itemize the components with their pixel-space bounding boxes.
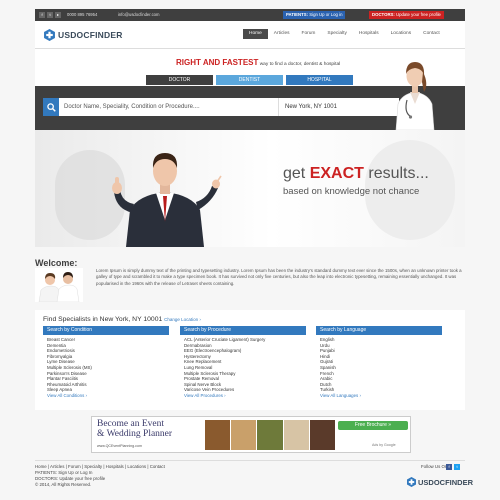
patients-label: PATIENTS:: [286, 12, 309, 17]
ad-photo: [283, 420, 309, 450]
view-all-languages-link[interactable]: View All Languages ›: [316, 393, 442, 399]
doctors-label: DOCTORS:: [372, 12, 395, 17]
footer-copyright: © 2014, All Rights Reserved.: [35, 482, 92, 487]
patients-link-text: Sign Up or Log in: [309, 12, 343, 17]
footer-logo[interactable]: USDOCFINDER: [407, 477, 473, 487]
promo-banner: get EXACT results... based on knowledge …: [35, 130, 465, 247]
ad-photo: [205, 420, 231, 450]
doctor-photo: [395, 62, 435, 130]
patients-signup-link[interactable]: PATIENTS: Sign Up or Log in: [283, 11, 346, 19]
find-title: Find Specialists in New York, NY 10001 C…: [43, 316, 201, 323]
footer-links: Home | Articles | Forum | Specialty | Ho…: [35, 464, 165, 488]
tab-doctor[interactable]: DOCTOR: [146, 75, 213, 85]
main-nav: Home Articles Forum Specialty Hospitals …: [243, 29, 446, 39]
nav-hospitals[interactable]: Hospitals: [353, 29, 385, 39]
logo-cross-icon: [407, 477, 416, 487]
language-header: Search by Language: [316, 326, 442, 335]
location-input[interactable]: New York, NY 1001: [279, 98, 399, 116]
language-list: English Urdu Punjabi Hindi Gujrati Spani…: [316, 335, 442, 393]
condition-header: Search by Condition: [43, 326, 169, 335]
nav-forum[interactable]: Forum: [296, 29, 322, 39]
site-logo[interactable]: USDOCFINDER: [44, 29, 123, 41]
nav-articles[interactable]: Articles: [268, 29, 296, 39]
brand-name: USDOCFINDER: [58, 30, 123, 40]
nav-home[interactable]: Home: [243, 29, 268, 39]
doctors-group-photo: [35, 268, 83, 302]
nav-specialty[interactable]: Specialty: [321, 29, 352, 39]
procedure-header: Search by Procedure: [180, 326, 306, 335]
search-icon[interactable]: [43, 98, 59, 116]
twitter-icon[interactable]: t: [454, 464, 460, 470]
facebook-icon[interactable]: f: [446, 464, 452, 470]
site-footer: Home | Articles | Forum | Specialty | Ho…: [35, 460, 473, 500]
ad-photo: [257, 420, 283, 450]
email-link[interactable]: info@usdocfinder.com: [118, 12, 160, 18]
ad-url: www.QCEventPlanning.com: [97, 444, 142, 448]
welcome-title: Welcome:: [35, 258, 78, 268]
banner-text-a: get: [283, 165, 310, 182]
advertisement-banner[interactable]: Become an Event & Wedding Planner www.QC…: [91, 416, 411, 453]
ads-by-google-label[interactable]: Ads by Google: [372, 443, 396, 447]
twitter-icon[interactable]: t: [47, 12, 53, 18]
find-specialists-panel: Find Specialists in New York, NY 10001 C…: [35, 310, 465, 410]
search-input[interactable]: Doctor Name, Speciality, Condition or Pr…: [59, 98, 279, 116]
headline-rest: way to find a doctor, dentist & hospital: [258, 62, 341, 67]
view-all-conditions-link[interactable]: View All Conditions ›: [43, 393, 169, 399]
banner-text-emphasis: EXACT: [309, 165, 364, 182]
banner-text-b: results...: [363, 165, 429, 182]
condition-column: Search by Condition Breast Cancer Dement…: [43, 326, 169, 399]
condition-list: Breast Cancer Dementia Endometriosis Fib…: [43, 335, 169, 393]
doctors-profile-link[interactable]: DOCTORS: Update your free profile: [369, 11, 444, 19]
search-type-tabs: DOCTOR DENTIST HOSPITAL: [146, 75, 353, 85]
top-bar: f t ▸ 0000 895 76954 info@usdocfinder.co…: [35, 9, 465, 21]
ad-line-2: & Wedding Planner: [97, 429, 173, 439]
tab-dentist[interactable]: DENTIST: [216, 75, 283, 85]
facebook-icon[interactable]: f: [39, 12, 45, 18]
view-all-procedures-link[interactable]: View All Procedures ›: [180, 393, 306, 399]
site-header: USDOCFINDER Home Articles Forum Specialt…: [35, 21, 465, 49]
nav-locations[interactable]: Locations: [385, 29, 418, 39]
phone-number: 0000 895 76954: [67, 12, 98, 17]
footer-brand-name: USDOCFINDER: [418, 477, 474, 487]
tab-hospital[interactable]: HOSPITAL: [286, 75, 353, 85]
hero-headline: RIGHT AND FASTEST way to find a doctor, …: [176, 58, 340, 67]
language-column: Search by Language English Urdu Punjabi …: [316, 326, 442, 399]
youtube-icon[interactable]: ▸: [55, 12, 61, 18]
ad-photo: [231, 420, 257, 450]
find-title-text: Find Specialists in New York, NY 10001: [43, 316, 163, 323]
free-brochure-button[interactable]: Free Brochure »: [338, 421, 408, 430]
nav-contact[interactable]: Contact: [417, 29, 446, 39]
doctors-link-text: Update your free profile: [396, 12, 441, 17]
headline-emphasis: RIGHT AND FASTEST: [176, 58, 259, 67]
banner-subline: based on knowledge not chance: [283, 186, 420, 197]
logo-cross-icon: [44, 29, 55, 41]
ad-photos: [205, 420, 336, 450]
change-location-link[interactable]: Change Location ›: [164, 317, 201, 322]
ad-line-1: Become an Event: [97, 419, 165, 429]
search-form: Doctor Name, Speciality, Condition or Pr…: [43, 98, 399, 116]
ad-photo: [309, 420, 336, 450]
procedure-list: ACL (Anterior Cruciate Ligament) Surgery…: [180, 335, 306, 393]
follow-us-label: Follow Us On:: [421, 464, 449, 469]
businessman-photo: [112, 153, 222, 247]
banner-headline: get EXACT results...: [283, 165, 429, 183]
procedure-column: Search by Procedure ACL (Anterior Crucia…: [180, 326, 306, 399]
welcome-text: Lorem Ipsum is simply dummy text of the …: [96, 268, 462, 286]
